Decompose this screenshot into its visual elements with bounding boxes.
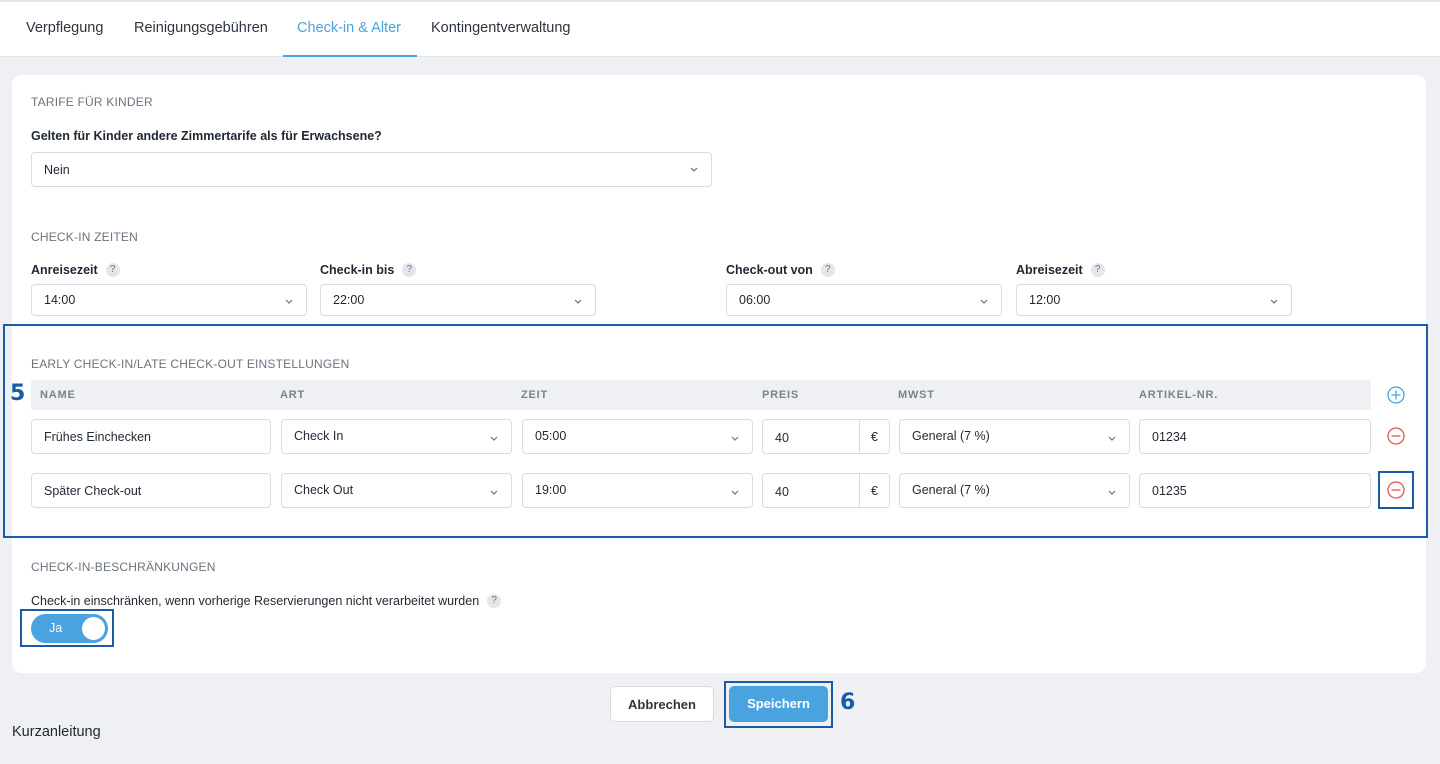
annotation-box-remove <box>1378 471 1414 509</box>
children-rates-question: Gelten für Kinder andere Zimmertarife al… <box>31 129 382 143</box>
children-rates-value: Nein <box>44 162 70 177</box>
checkout-from-value: 06:00 <box>739 293 771 307</box>
arrival-time-value: 14:00 <box>44 293 76 307</box>
departure-time-label: Abreisezeit? <box>1016 263 1105 277</box>
help-icon[interactable]: ? <box>1090 263 1105 277</box>
chevron-down-icon <box>690 167 698 172</box>
help-icon[interactable]: ? <box>105 263 120 277</box>
chevron-down-icon <box>285 299 293 304</box>
annotation-step-5: 5 <box>10 381 26 406</box>
cancel-button[interactable]: Abbrechen <box>610 686 714 722</box>
chevron-down-icon <box>980 299 988 304</box>
restrictions-question: Check-in einschränken, wenn vorherige Re… <box>31 594 502 608</box>
help-icon[interactable]: ? <box>820 263 835 277</box>
help-icon[interactable]: ? <box>487 594 502 608</box>
tab-checkin-alter[interactable]: Check-in & Alter <box>297 2 401 57</box>
checkout-from-label: Check-out von? <box>726 263 835 277</box>
children-rates-select[interactable]: Nein <box>31 152 712 187</box>
chevron-down-icon <box>574 299 582 304</box>
annotation-step-6: 6 <box>840 690 856 715</box>
active-tab-indicator <box>283 55 417 57</box>
annotation-box-save <box>724 681 833 728</box>
tab-reinigungsgebuehren[interactable]: Reinigungsgebühren <box>134 2 268 57</box>
help-icon[interactable]: ? <box>402 263 417 277</box>
checkin-until-label: Check-in bis? <box>320 263 417 277</box>
tab-verpflegung[interactable]: Verpflegung <box>26 2 103 57</box>
children-rates-title: TARIFE FÜR KINDER <box>31 95 153 109</box>
departure-time-select[interactable]: 12:00 <box>1016 284 1292 316</box>
departure-time-value: 12:00 <box>1029 293 1061 307</box>
quick-guide-title: Kurzanleitung <box>12 724 101 740</box>
checkout-from-select[interactable]: 06:00 <box>726 284 1002 316</box>
restrictions-title: CHECK-IN-BESCHRÄNKUNGEN <box>31 560 216 574</box>
arrival-time-select[interactable]: 14:00 <box>31 284 307 316</box>
annotation-box-toggle <box>20 609 114 647</box>
arrival-time-label: Anreisezeit? <box>31 263 120 277</box>
chevron-down-icon <box>1270 299 1278 304</box>
checkin-times-title: CHECK-IN ZEITEN <box>31 230 139 244</box>
annotation-box-early-late <box>3 324 1428 538</box>
checkin-until-select[interactable]: 22:00 <box>320 284 596 316</box>
tab-kontingentverwaltung[interactable]: Kontingentverwaltung <box>431 2 570 57</box>
tab-bar: Verpflegung Reinigungsgebühren Check-in … <box>0 0 1440 57</box>
checkin-until-value: 22:00 <box>333 293 365 307</box>
